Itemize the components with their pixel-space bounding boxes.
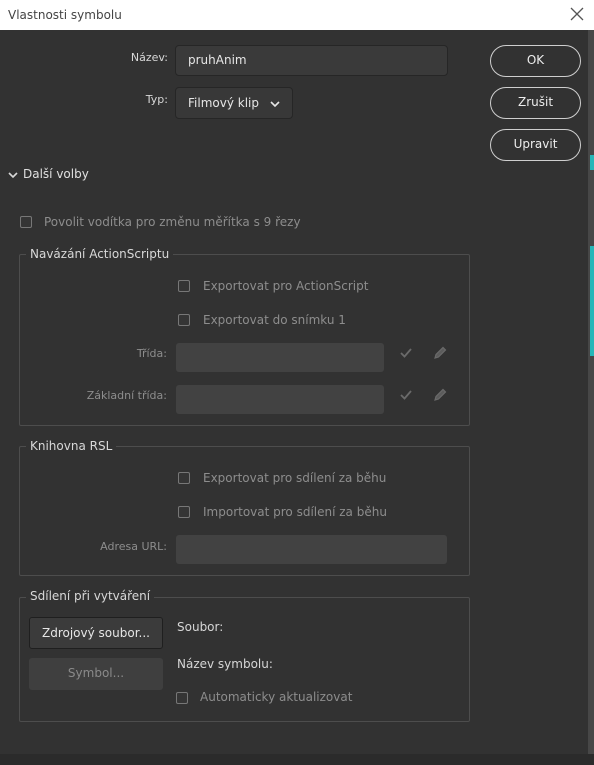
bottom-edge [0,754,594,765]
background-accent-mark [590,246,594,356]
export-share-label: Exportovat pro sdílení za běhu [203,471,387,485]
auto-update-checkbox[interactable] [176,692,188,704]
cancel-button[interactable]: Zrušit [490,87,581,119]
export-actionscript-checkbox[interactable] [178,280,190,292]
export-actionscript-label: Exportovat pro ActionScript [203,279,369,293]
file-label: Soubor: [177,620,224,634]
checkmark-icon[interactable] [399,347,413,359]
actionscript-legend: Navázání ActionScriptu [26,247,174,261]
base-class-input[interactable] [176,385,384,414]
auto-update-label: Automaticky aktualizovat [200,690,353,704]
edit-button[interactable]: Upravit [490,129,581,161]
base-class-label: Základní třída: [86,389,167,402]
pencil-icon[interactable] [433,346,447,360]
scale9-checkbox[interactable] [20,216,32,228]
source-file-button[interactable]: Zdrojový soubor... [29,617,163,649]
symbol-button[interactable]: Symbol... [29,658,163,690]
window-title: Vlastnosti symbolu [8,8,122,22]
export-share-checkbox[interactable] [178,472,190,484]
chevron-down-icon [270,101,280,108]
class-input[interactable] [176,343,384,372]
type-select[interactable]: Filmový klip [175,87,293,119]
import-share-label: Importovat pro sdílení za běhu [203,505,387,519]
export-frame1-label: Exportovat do snímku 1 [203,313,346,327]
background-window-edge [588,30,594,765]
authoring-legend: Sdílení při vytváření [26,589,155,603]
advanced-toggle[interactable]: Další volby [23,167,89,181]
checkmark-icon[interactable] [399,389,413,401]
name-label: Název: [130,51,168,64]
class-label: Třída: [136,347,167,360]
import-share-checkbox[interactable] [178,506,190,518]
url-input[interactable] [176,535,447,564]
url-label: Adresa URL: [100,540,167,553]
symbol-name-label: Název symbolu: [177,657,273,671]
ok-button[interactable]: OK [490,45,581,77]
type-label: Typ: [145,93,168,106]
chevron-down-icon[interactable] [8,171,18,179]
background-accent-mark [590,155,594,170]
export-frame1-checkbox[interactable] [178,314,190,326]
type-select-value: Filmový klip [188,96,259,110]
close-icon[interactable] [569,5,585,23]
pencil-icon[interactable] [433,388,447,402]
name-input[interactable]: pruhAnim [175,45,448,76]
scale9-label: Povolit vodítka pro změnu měřítka s 9 ře… [44,215,301,229]
rsl-legend: Knihovna RSL [26,439,117,453]
